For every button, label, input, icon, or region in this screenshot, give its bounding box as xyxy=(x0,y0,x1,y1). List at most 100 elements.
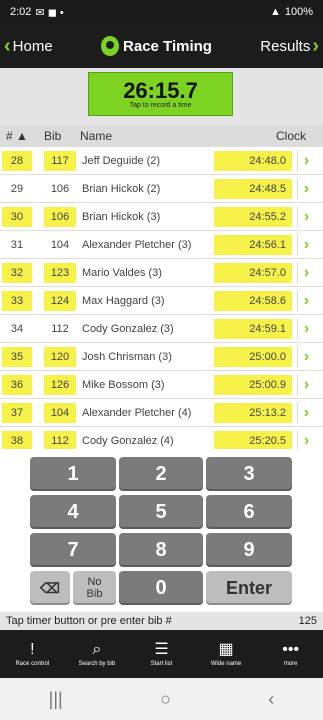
row-number: 33 xyxy=(2,290,32,311)
row-bib[interactable]: 106 xyxy=(44,206,76,227)
status-bar: 2:02 ✉ ◼ • ▲ 100% xyxy=(0,0,323,24)
chevron-right-icon[interactable]: › xyxy=(297,289,315,312)
timer-value: 26:15.7 xyxy=(123,77,198,103)
more-icon: ••• xyxy=(282,640,300,658)
status-right: ▲ 100% xyxy=(270,6,313,18)
row-bib[interactable]: 106 xyxy=(44,179,76,199)
no-bib-label-line2: Bib xyxy=(86,588,103,600)
row-number: 32 xyxy=(2,262,32,283)
row-name: Mario Valdes (3) xyxy=(82,266,162,279)
row-clock: 24:48.5 xyxy=(214,178,292,199)
row-clock: 25:20.5 xyxy=(214,430,292,449)
chevron-right-icon[interactable]: › xyxy=(297,401,315,424)
row-name: Cody Gonzalez (3) xyxy=(82,322,174,335)
record-time-button[interactable]: 26:15.7 Tap to record a time xyxy=(88,72,233,116)
row-bib[interactable]: 112 xyxy=(44,430,76,449)
key-2[interactable]: 2 xyxy=(119,457,203,491)
table-row[interactable]: 33 124 Max Haggard (3) 24:58.6 › xyxy=(0,287,323,315)
chevron-right-icon[interactable]: › xyxy=(297,345,315,368)
row-bib[interactable]: 104 xyxy=(44,402,76,423)
tab-label: Start list xyxy=(150,660,173,667)
row-bib[interactable]: 104 xyxy=(44,235,76,255)
tab-2[interactable]: ☰ Start list xyxy=(129,630,194,678)
table-row[interactable]: 31 104 Alexander Pletcher (3) 24:56.1 › xyxy=(0,231,323,259)
keypad: 1 2 3 4 5 6 7 8 9 ⌫ No Bib 0 Enter xyxy=(0,452,323,612)
chevron-right-icon[interactable]: › xyxy=(297,205,315,228)
key-5[interactable]: 5 xyxy=(119,495,203,529)
recent-apps-icon[interactable]: ||| xyxy=(49,689,63,710)
enter-button[interactable]: Enter xyxy=(206,571,292,605)
no-bib-label-line1: No xyxy=(87,575,102,588)
table-row[interactable]: 37 104 Alexander Pletcher (4) 25:13.2 › xyxy=(0,399,323,427)
bottom-tab-bar: ! Race control ⌕ Search by bib ☰ Start list ▦ W… xyxy=(0,630,323,678)
row-name: Max Haggard (3) xyxy=(82,294,165,307)
table-row[interactable]: 29 106 Brian Hickok (2) 24:48.5 › xyxy=(0,175,323,203)
tab-1[interactable]: ⌕ Search by bib xyxy=(65,630,130,678)
row-bib[interactable]: 112 xyxy=(44,319,76,339)
row-name: Josh Chrisman (3) xyxy=(82,350,172,363)
chevron-right-icon[interactable]: › xyxy=(297,317,315,340)
key-3[interactable]: 3 xyxy=(206,457,292,491)
chevron-right-icon[interactable]: › xyxy=(297,233,315,256)
row-name: Jeff Deguide (2) xyxy=(82,154,161,167)
info-bar: Tap timer button or pre enter bib # 125 xyxy=(0,612,323,630)
back-arrow-icon[interactable]: ‹ xyxy=(268,689,274,710)
key-7[interactable]: 7 xyxy=(30,533,116,567)
row-name: Alexander Pletcher (3) xyxy=(82,238,192,251)
tab-0[interactable]: ! Race control xyxy=(0,630,65,678)
row-bib[interactable]: 117 xyxy=(44,150,76,171)
home-circle-icon[interactable]: ○ xyxy=(160,689,171,710)
header-bib[interactable]: Bib xyxy=(36,129,76,143)
tab-label: Race control xyxy=(15,660,50,667)
results-list[interactable]: 28 117 Jeff Deguide (2) 24:48.0 › 29 106 Brian … xyxy=(0,147,323,449)
signal-icon: ▲ xyxy=(269,6,281,18)
chevron-left-icon: ‹ xyxy=(4,35,11,57)
stopwatch-logo-icon xyxy=(101,36,120,56)
row-bib[interactable]: 120 xyxy=(44,346,76,367)
tab-4[interactable]: ••• more xyxy=(258,630,323,678)
row-bib[interactable]: 124 xyxy=(44,290,76,311)
row-name: Brian Hickok (2) xyxy=(82,182,161,195)
home-button[interactable]: ‹ Home xyxy=(4,36,53,56)
alert-circle-icon: ! xyxy=(30,640,35,658)
entry-count: 125 xyxy=(298,615,317,627)
chevron-right-icon[interactable]: › xyxy=(297,373,315,396)
backspace-button[interactable]: ⌫ xyxy=(30,571,70,605)
table-row[interactable]: 30 106 Brian Hickok (3) 24:55.2 › xyxy=(0,203,323,231)
results-button[interactable]: Results › xyxy=(260,36,319,56)
key-9[interactable]: 9 xyxy=(206,533,292,567)
tab-label: more xyxy=(283,660,298,667)
table-row[interactable]: 34 112 Cody Gonzalez (3) 24:59.1 › xyxy=(0,315,323,343)
header-name[interactable]: Name xyxy=(76,129,246,143)
row-name: Cody Gonzalez (4) xyxy=(82,434,174,447)
no-bib-button[interactable]: No Bib xyxy=(73,571,116,605)
key-4[interactable]: 4 xyxy=(30,495,116,529)
top-nav-bar: ‹ Home Race Timing Results › xyxy=(0,24,323,68)
header-clock[interactable]: Clock xyxy=(246,129,306,143)
table-row[interactable]: 38 112 Cody Gonzalez (4) 25:20.5 › xyxy=(0,427,323,449)
key-6[interactable]: 6 xyxy=(206,495,292,529)
header-num[interactable]: # ▲ xyxy=(0,129,36,143)
key-8[interactable]: 8 xyxy=(119,533,203,567)
row-bib[interactable]: 126 xyxy=(44,374,76,395)
chevron-right-icon[interactable]: › xyxy=(297,177,315,200)
chevron-right-icon[interactable]: › xyxy=(297,261,315,284)
key-0[interactable]: 0 xyxy=(119,571,203,605)
table-row[interactable]: 32 123 Mario Valdes (3) 24:57.0 › xyxy=(0,259,323,287)
table-row[interactable]: 36 126 Mike Bossom (3) 25:00.9 › xyxy=(0,371,323,399)
table-row[interactable]: 35 120 Josh Chrisman (3) 25:00.0 › xyxy=(0,343,323,371)
backspace-icon: ⌫ xyxy=(40,579,60,596)
list-icon: ☰ xyxy=(154,640,169,658)
row-bib[interactable]: 123 xyxy=(44,262,76,283)
row-clock: 24:48.0 xyxy=(214,150,292,171)
chevron-right-icon[interactable]: › xyxy=(297,429,315,449)
chevron-right-icon[interactable]: › xyxy=(297,149,315,172)
row-name: Mike Bossom (3) xyxy=(82,378,165,391)
table-row[interactable]: 28 117 Jeff Deguide (2) 24:48.0 › xyxy=(0,147,323,175)
row-number: 30 xyxy=(2,206,32,227)
timer-area: 26:15.7 Tap to record a time xyxy=(0,68,323,125)
tab-3[interactable]: ▦ Wide name xyxy=(194,630,259,678)
key-1[interactable]: 1 xyxy=(30,457,116,491)
row-number: 29 xyxy=(10,182,24,195)
timer-hint: Tap to record a time xyxy=(129,101,192,109)
